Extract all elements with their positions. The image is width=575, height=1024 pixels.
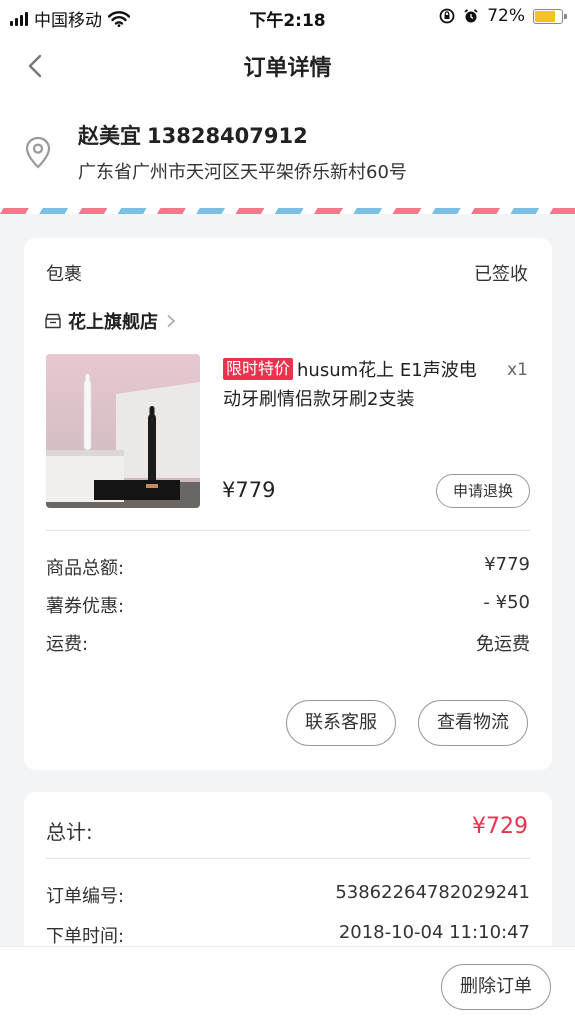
order-summary-card: 总计: ¥729 订单编号: 53862264782029241 下单时间: 2… xyxy=(24,792,552,972)
recipient-name: 赵美宜 xyxy=(78,124,141,148)
product-image[interactable] xyxy=(46,354,200,508)
total-value: ¥729 xyxy=(472,814,528,839)
product-title[interactable]: 限时特价 husum花上 E1声波电动牙刷情侣款牙刷2支装 xyxy=(223,356,483,414)
status-bar: 中国移动 下午2:18 72% xyxy=(0,0,575,34)
refund-exchange-button[interactable]: 申请退换 xyxy=(436,474,530,508)
store-icon xyxy=(45,313,61,329)
fee-row-coupon: 薯券优惠: - ¥50 xyxy=(46,592,530,617)
fee-row-shipping: 运费: 免运费 xyxy=(46,630,530,655)
battery-percent: 72% xyxy=(487,6,525,26)
recipient-line: 赵美宜 13828407912 xyxy=(78,120,308,150)
order-time-value: 2018-10-04 11:10:47 xyxy=(338,922,530,943)
fee-label: 商品总额: xyxy=(46,558,125,579)
airmail-divider xyxy=(0,208,575,214)
shop-name: 花上旗舰店 xyxy=(68,312,158,333)
divider xyxy=(46,858,530,859)
bottom-action-bar: 删除订单 xyxy=(0,946,575,1024)
view-logistics-button[interactable]: 查看物流 xyxy=(418,700,528,746)
fee-label: 运费: xyxy=(46,634,89,655)
package-card: 包裹 已签收 花上旗舰店 限时特价 husum花上 E1声波电动牙刷情侣款牙刷2… xyxy=(24,238,552,770)
promo-tag: 限时特价 xyxy=(223,358,294,380)
shipping-address: 赵美宜 13828407912 广东省广州市天河区天平架侨乐新村60号 xyxy=(0,98,575,208)
nav-bar: 订单详情 xyxy=(0,34,575,98)
product-price: ¥779 xyxy=(222,478,276,502)
order-time-label: 下单时间: xyxy=(46,926,125,947)
total-label: 总计: xyxy=(46,820,93,844)
fee-row-subtotal: 商品总额: ¥779 xyxy=(46,554,530,579)
order-number-row: 订单编号: 53862264782029241 xyxy=(46,882,530,907)
order-number-value: 53862264782029241 xyxy=(335,882,530,903)
shop-link[interactable]: 花上旗舰店 xyxy=(44,308,176,334)
status-right: 72% xyxy=(439,6,567,26)
chevron-right-icon xyxy=(167,314,176,328)
address-detail: 广东省广州市天河区天平架侨乐新村60号 xyxy=(78,162,407,183)
battery-icon xyxy=(533,8,567,24)
toothbrush-product-photo xyxy=(46,354,200,508)
location-pin-icon xyxy=(25,136,51,169)
fee-value: - ¥50 xyxy=(483,592,530,613)
alarm-icon xyxy=(464,9,478,23)
recipient-phone: 13828407912 xyxy=(147,124,308,148)
order-number-label: 订单编号: xyxy=(46,886,125,907)
package-label: 包裹 xyxy=(46,264,82,285)
delete-order-button[interactable]: 删除订单 xyxy=(441,964,551,1010)
fee-value: 免运费 xyxy=(476,634,530,655)
divider xyxy=(46,530,530,531)
fee-label: 薯券优惠: xyxy=(46,596,125,617)
fee-value: ¥779 xyxy=(484,554,530,575)
package-status: 已签收 xyxy=(474,264,528,285)
product-quantity: x1 xyxy=(507,360,528,380)
contact-service-button[interactable]: 联系客服 xyxy=(286,700,396,746)
rotation-lock-icon xyxy=(439,8,455,24)
order-time-row: 下单时间: 2018-10-04 11:10:47 xyxy=(46,922,530,947)
page-title: 订单详情 xyxy=(243,56,332,81)
